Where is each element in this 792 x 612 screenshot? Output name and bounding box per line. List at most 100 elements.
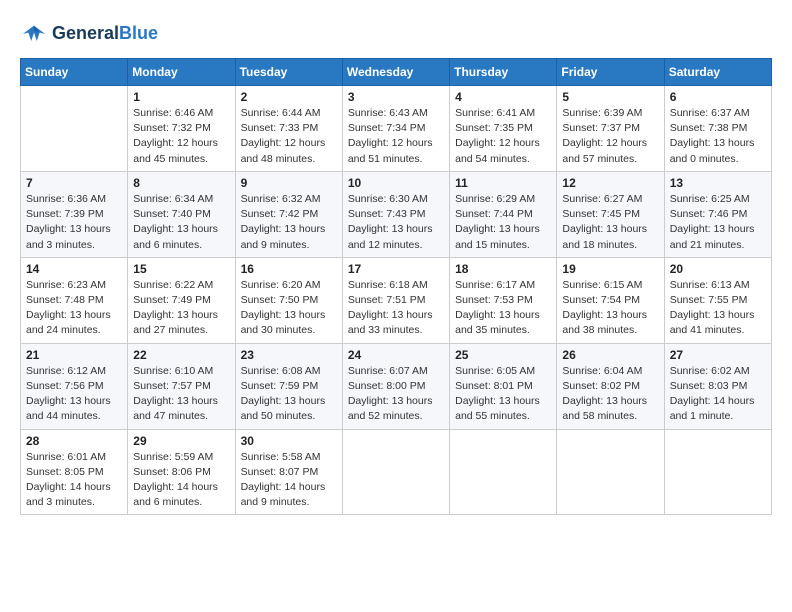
day-number: 26 [562, 348, 658, 362]
day-number: 9 [241, 176, 337, 190]
day-number: 7 [26, 176, 122, 190]
day-number: 21 [26, 348, 122, 362]
weekday-header-monday: Monday [128, 59, 235, 86]
calendar-cell: 12 Sunrise: 6:27 AM Sunset: 7:45 PM Dayli… [557, 171, 664, 257]
day-number: 18 [455, 262, 551, 276]
day-info: Sunrise: 6:36 AM Sunset: 7:39 PM Dayligh… [26, 192, 122, 253]
day-info: Sunrise: 6:08 AM Sunset: 7:59 PM Dayligh… [241, 364, 337, 425]
day-number: 13 [670, 176, 766, 190]
day-info: Sunrise: 6:43 AM Sunset: 7:34 PM Dayligh… [348, 106, 444, 167]
calendar-cell: 1Sunrise: 6:46 AM Sunset: 7:32 PM Daylig… [128, 86, 235, 172]
calendar-cell: 20 Sunrise: 6:13 AM Sunset: 7:55 PM Dayli… [664, 257, 771, 343]
weekday-header-tuesday: Tuesday [235, 59, 342, 86]
day-info: Sunrise: 5:58 AM Sunset: 8:07 PM Dayligh… [241, 450, 337, 511]
day-info: Sunrise: 6:23 AM Sunset: 7:48 PM Dayligh… [26, 278, 122, 339]
day-info: Sunrise: 6:27 AM Sunset: 7:45 PM Dayligh… [562, 192, 658, 253]
calendar-cell: 25 Sunrise: 6:05 AM Sunset: 8:01 PM Dayli… [450, 343, 557, 429]
day-info: Sunrise: 6:10 AM Sunset: 7:57 PM Dayligh… [133, 364, 229, 425]
calendar-cell: 28 Sunrise: 6:01 AM Sunset: 8:05 PM Dayli… [21, 429, 128, 515]
day-number: 11 [455, 176, 551, 190]
day-info: Sunrise: 6:37 AM Sunset: 7:38 PM Dayligh… [670, 106, 766, 167]
day-info: Sunrise: 6:25 AM Sunset: 7:46 PM Dayligh… [670, 192, 766, 253]
calendar-cell: 27 Sunrise: 6:02 AM Sunset: 8:03 PM Dayli… [664, 343, 771, 429]
calendar-cell [450, 429, 557, 515]
weekday-header-thursday: Thursday [450, 59, 557, 86]
weekday-header-saturday: Saturday [664, 59, 771, 86]
day-number: 17 [348, 262, 444, 276]
calendar-week-4: 21 Sunrise: 6:12 AM Sunset: 7:56 PM Dayli… [21, 343, 772, 429]
day-info: Sunrise: 6:29 AM Sunset: 7:44 PM Dayligh… [455, 192, 551, 253]
day-info: Sunrise: 6:17 AM Sunset: 7:53 PM Dayligh… [455, 278, 551, 339]
page-header: GeneralBlue [20, 20, 772, 48]
weekday-header-sunday: Sunday [21, 59, 128, 86]
day-info: Sunrise: 6:13 AM Sunset: 7:55 PM Dayligh… [670, 278, 766, 339]
calendar-cell: 17 Sunrise: 6:18 AM Sunset: 7:51 PM Dayli… [342, 257, 449, 343]
day-number: 25 [455, 348, 551, 362]
day-info: Sunrise: 6:44 AM Sunset: 7:33 PM Dayligh… [241, 106, 337, 167]
calendar-cell: 11 Sunrise: 6:29 AM Sunset: 7:44 PM Dayli… [450, 171, 557, 257]
calendar-header-row: SundayMondayTuesdayWednesdayThursdayFrid… [21, 59, 772, 86]
day-number: 27 [670, 348, 766, 362]
calendar-cell: 19 Sunrise: 6:15 AM Sunset: 7:54 PM Dayli… [557, 257, 664, 343]
calendar-cell: 5Sunrise: 6:39 AM Sunset: 7:37 PM Daylig… [557, 86, 664, 172]
calendar-week-5: 28 Sunrise: 6:01 AM Sunset: 8:05 PM Dayli… [21, 429, 772, 515]
day-info: Sunrise: 6:20 AM Sunset: 7:50 PM Dayligh… [241, 278, 337, 339]
weekday-header-wednesday: Wednesday [342, 59, 449, 86]
day-info: Sunrise: 6:15 AM Sunset: 7:54 PM Dayligh… [562, 278, 658, 339]
day-number: 6 [670, 90, 766, 104]
day-info: Sunrise: 6:41 AM Sunset: 7:35 PM Dayligh… [455, 106, 551, 167]
calendar-cell: 10Sunrise: 6:30 AM Sunset: 7:43 PM Dayli… [342, 171, 449, 257]
day-info: Sunrise: 6:18 AM Sunset: 7:51 PM Dayligh… [348, 278, 444, 339]
calendar-cell: 24Sunrise: 6:07 AM Sunset: 8:00 PM Dayli… [342, 343, 449, 429]
day-number: 23 [241, 348, 337, 362]
calendar-week-2: 7 Sunrise: 6:36 AM Sunset: 7:39 PM Daylig… [21, 171, 772, 257]
calendar-cell: 21 Sunrise: 6:12 AM Sunset: 7:56 PM Dayli… [21, 343, 128, 429]
calendar-cell: 16Sunrise: 6:20 AM Sunset: 7:50 PM Dayli… [235, 257, 342, 343]
day-info: Sunrise: 6:46 AM Sunset: 7:32 PM Dayligh… [133, 106, 229, 167]
day-number: 14 [26, 262, 122, 276]
calendar-cell: 8Sunrise: 6:34 AM Sunset: 7:40 PM Daylig… [128, 171, 235, 257]
day-info: Sunrise: 6:07 AM Sunset: 8:00 PM Dayligh… [348, 364, 444, 425]
calendar-cell: 29 Sunrise: 5:59 AM Sunset: 8:06 PM Dayli… [128, 429, 235, 515]
day-info: Sunrise: 6:02 AM Sunset: 8:03 PM Dayligh… [670, 364, 766, 425]
calendar-table: SundayMondayTuesdayWednesdayThursdayFrid… [20, 58, 772, 515]
calendar-cell: 4 Sunrise: 6:41 AM Sunset: 7:35 PM Daylig… [450, 86, 557, 172]
day-number: 19 [562, 262, 658, 276]
day-number: 15 [133, 262, 229, 276]
calendar-cell: 23 Sunrise: 6:08 AM Sunset: 7:59 PM Dayli… [235, 343, 342, 429]
calendar-week-1: 1Sunrise: 6:46 AM Sunset: 7:32 PM Daylig… [21, 86, 772, 172]
day-number: 8 [133, 176, 229, 190]
calendar-cell: 18 Sunrise: 6:17 AM Sunset: 7:53 PM Dayli… [450, 257, 557, 343]
day-number: 22 [133, 348, 229, 362]
calendar-cell [664, 429, 771, 515]
calendar-cell: 15Sunrise: 6:22 AM Sunset: 7:49 PM Dayli… [128, 257, 235, 343]
calendar-cell [342, 429, 449, 515]
logo: GeneralBlue [20, 20, 158, 48]
logo-text: GeneralBlue [52, 24, 158, 44]
logo-icon [20, 20, 48, 48]
day-number: 12 [562, 176, 658, 190]
calendar-cell: 2Sunrise: 6:44 AM Sunset: 7:33 PM Daylig… [235, 86, 342, 172]
day-number: 28 [26, 434, 122, 448]
calendar-cell: 14 Sunrise: 6:23 AM Sunset: 7:48 PM Dayli… [21, 257, 128, 343]
calendar-cell: 6 Sunrise: 6:37 AM Sunset: 7:38 PM Daylig… [664, 86, 771, 172]
calendar-cell [557, 429, 664, 515]
day-info: Sunrise: 6:01 AM Sunset: 8:05 PM Dayligh… [26, 450, 122, 511]
calendar-cell: 13 Sunrise: 6:25 AM Sunset: 7:46 PM Dayli… [664, 171, 771, 257]
day-number: 20 [670, 262, 766, 276]
day-number: 4 [455, 90, 551, 104]
day-info: Sunrise: 5:59 AM Sunset: 8:06 PM Dayligh… [133, 450, 229, 511]
day-info: Sunrise: 6:39 AM Sunset: 7:37 PM Dayligh… [562, 106, 658, 167]
calendar-cell: 3Sunrise: 6:43 AM Sunset: 7:34 PM Daylig… [342, 86, 449, 172]
day-info: Sunrise: 6:32 AM Sunset: 7:42 PM Dayligh… [241, 192, 337, 253]
calendar-cell: 22 Sunrise: 6:10 AM Sunset: 7:57 PM Dayli… [128, 343, 235, 429]
day-number: 30 [241, 434, 337, 448]
day-info: Sunrise: 6:04 AM Sunset: 8:02 PM Dayligh… [562, 364, 658, 425]
day-info: Sunrise: 6:05 AM Sunset: 8:01 PM Dayligh… [455, 364, 551, 425]
calendar-cell: 7 Sunrise: 6:36 AM Sunset: 7:39 PM Daylig… [21, 171, 128, 257]
calendar-cell: 9 Sunrise: 6:32 AM Sunset: 7:42 PM Daylig… [235, 171, 342, 257]
calendar-week-3: 14 Sunrise: 6:23 AM Sunset: 7:48 PM Dayli… [21, 257, 772, 343]
day-number: 29 [133, 434, 229, 448]
weekday-header-friday: Friday [557, 59, 664, 86]
day-info: Sunrise: 6:12 AM Sunset: 7:56 PM Dayligh… [26, 364, 122, 425]
